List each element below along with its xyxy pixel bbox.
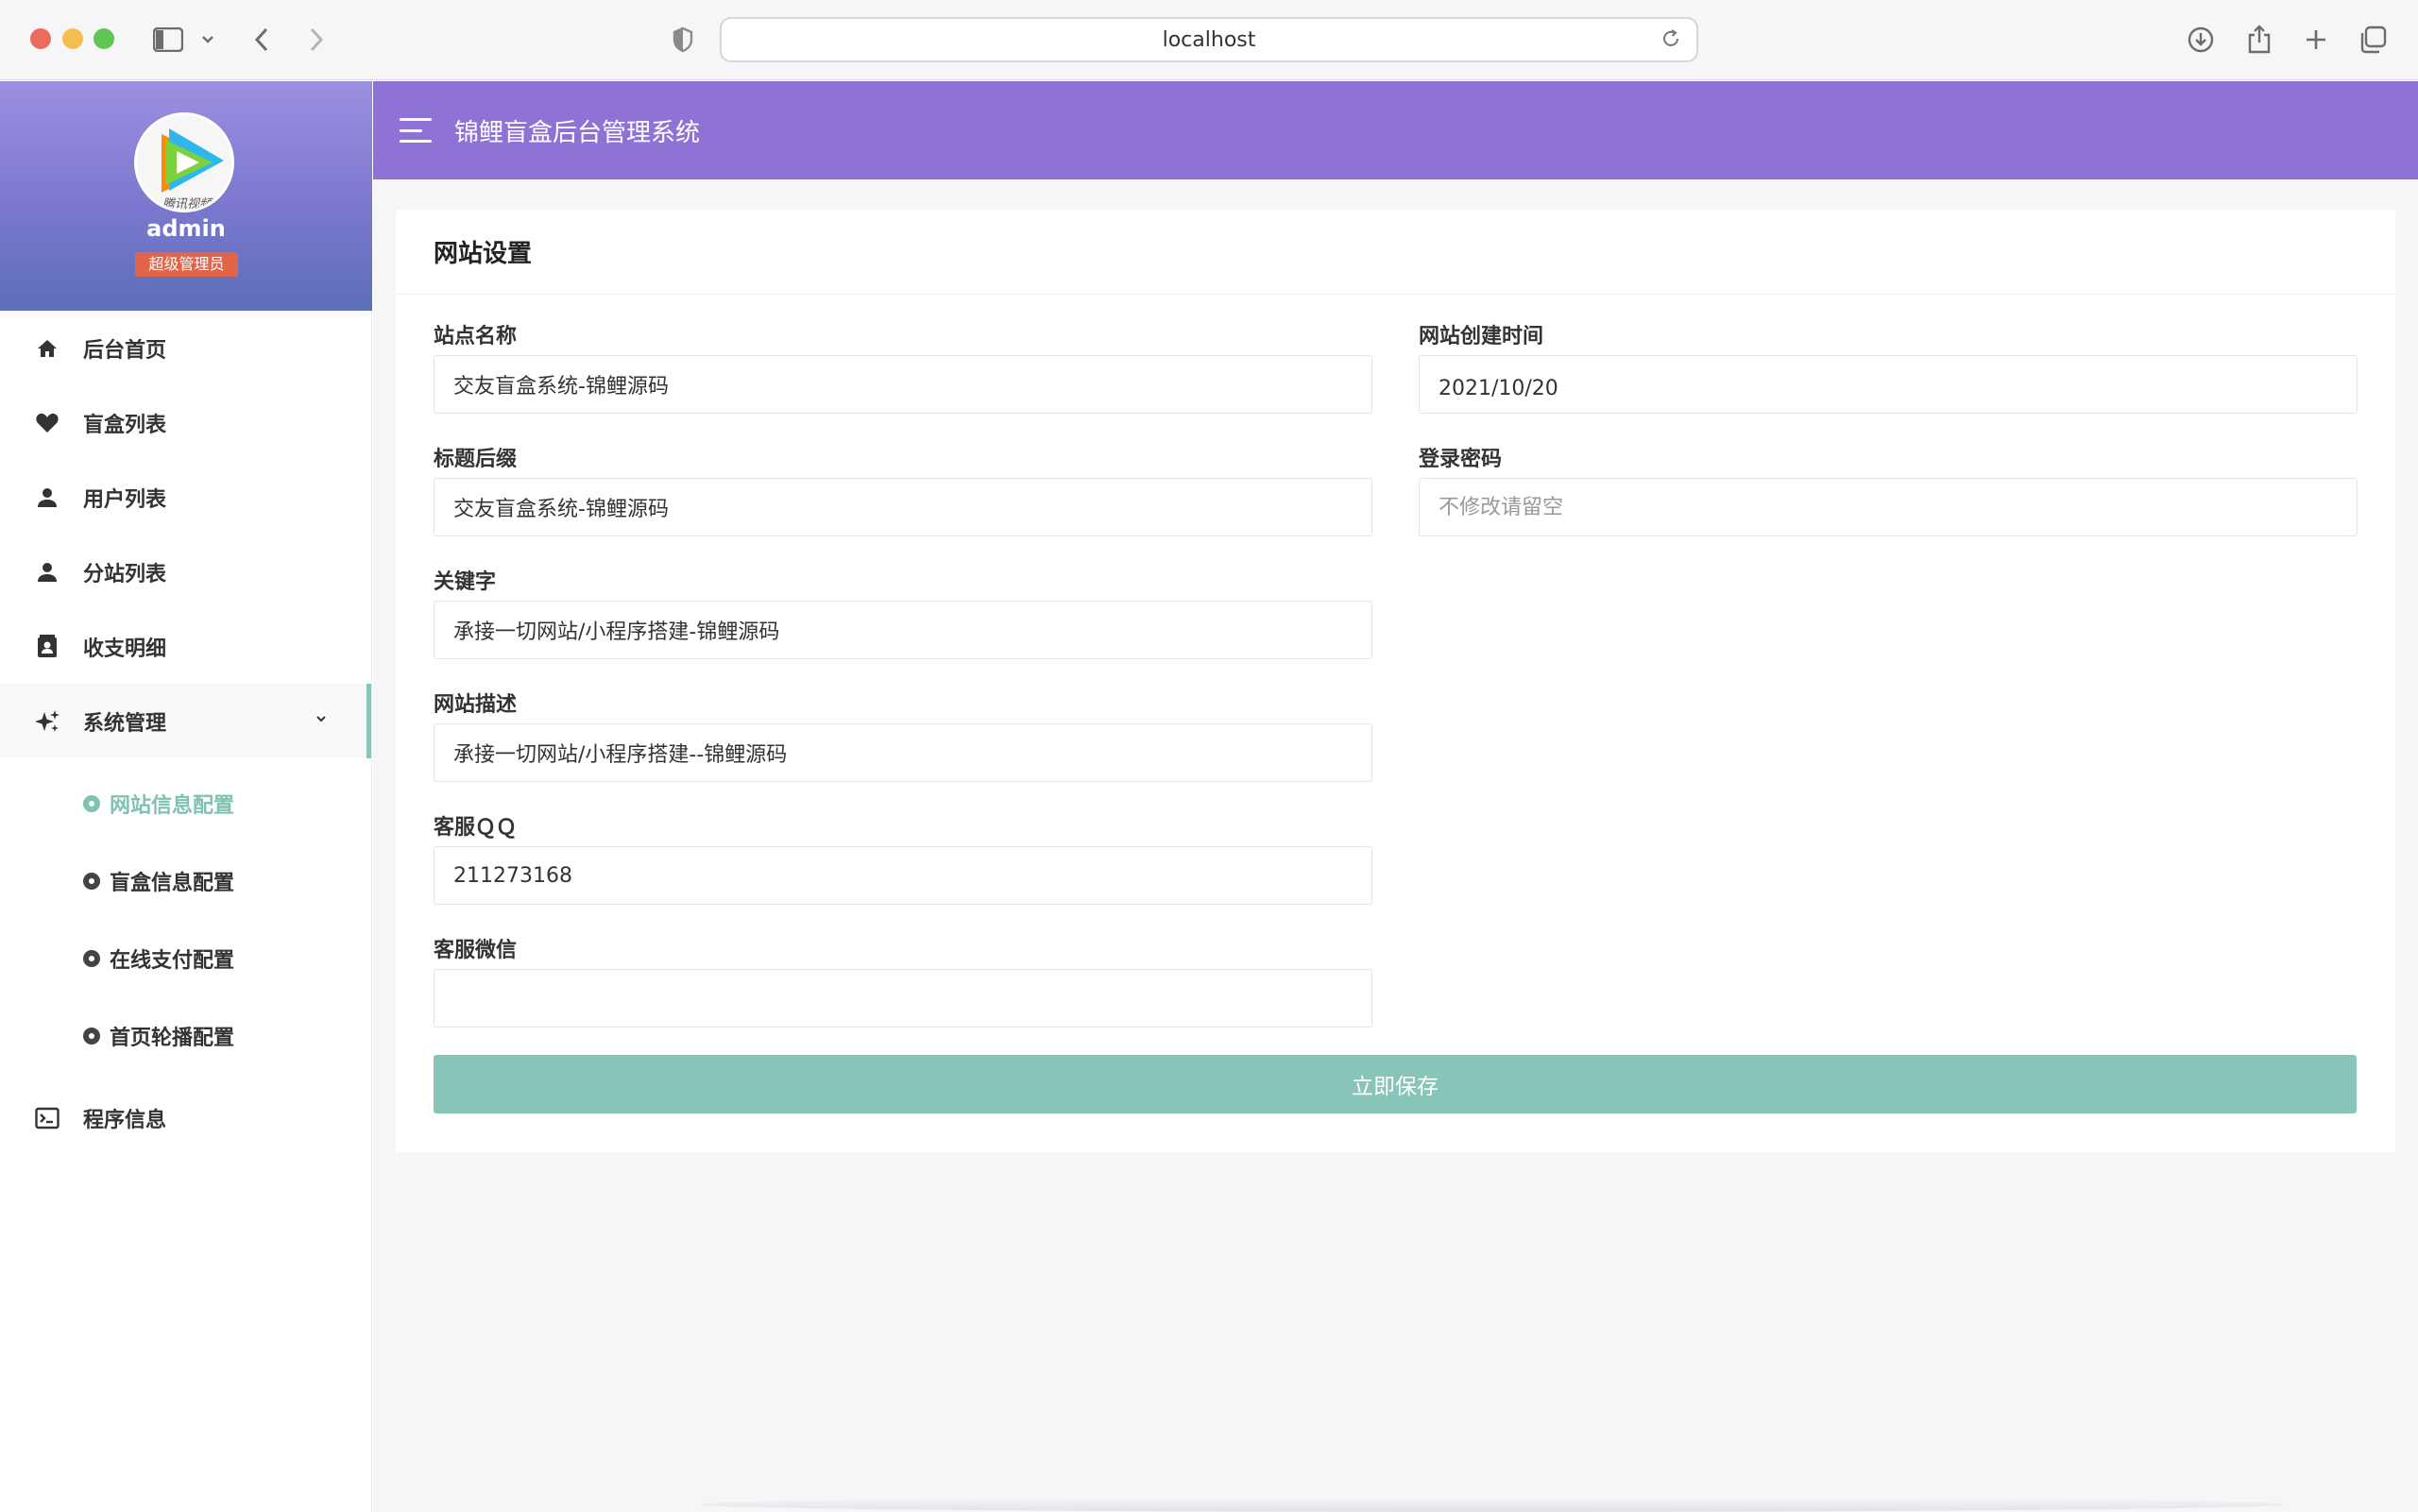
- sidebar-nav-bottom: 程序信息: [0, 1080, 371, 1155]
- description-input[interactable]: 承接一切网站/小程序搭建--锦鲤源码: [434, 723, 1372, 782]
- sidebar-item-label: 盲盒列表: [83, 413, 167, 437]
- title-suffix-input[interactable]: 交友盲盒系统-锦鲤源码: [434, 478, 1372, 536]
- qq-input[interactable]: 211273168: [434, 846, 1372, 905]
- save-button[interactable]: 立即保存: [434, 1055, 2357, 1113]
- app-title: 锦鲤盲盒后台管理系统: [454, 118, 701, 147]
- sidebar-item-users[interactable]: 用户列表: [0, 460, 371, 535]
- forward-icon[interactable]: [302, 21, 331, 59]
- wechat-field: 客服微信: [434, 933, 1372, 1028]
- username: admin: [146, 215, 226, 242]
- keywords-label: 关键字: [434, 570, 497, 594]
- description-label: 网站描述: [434, 693, 518, 717]
- compass-icon: [83, 950, 100, 967]
- maximize-window-button[interactable]: [94, 28, 114, 49]
- sidebar-item-label: 收支明细: [83, 637, 167, 661]
- tab-overview-icon[interactable]: [2354, 21, 2392, 59]
- share-icon[interactable]: [2240, 21, 2278, 59]
- sidebar-item-label: 系统管理: [83, 711, 167, 736]
- site-name-label: 站点名称: [434, 325, 518, 348]
- avatar[interactable]: 腾讯视频: [134, 112, 234, 212]
- wechat-input[interactable]: [434, 969, 1372, 1028]
- sidebar-toggle-icon[interactable]: [151, 21, 185, 59]
- download-icon[interactable]: [2182, 21, 2220, 59]
- menu-toggle-icon[interactable]: [400, 118, 432, 143]
- back-icon[interactable]: [247, 21, 276, 59]
- window-bottom-shadow: [699, 1497, 2286, 1512]
- sidebar-subitem-payment-config[interactable]: 在线支付配置: [0, 920, 371, 997]
- close-window-button[interactable]: [30, 28, 51, 49]
- sparkle-icon: [34, 708, 60, 735]
- sidebar-item-program-info[interactable]: 程序信息: [0, 1080, 371, 1155]
- password-input[interactable]: [1419, 478, 2358, 536]
- terminal-icon: [34, 1105, 60, 1131]
- sidebar-subitem-label: 网站信息配置: [110, 794, 235, 818]
- svg-text:腾讯视频: 腾讯视频: [162, 197, 213, 212]
- site-name-field: 站点名称 交友盲盒系统-锦鲤源码: [434, 319, 1372, 414]
- app-header: 锦鲤盲盒后台管理系统: [373, 81, 2418, 179]
- created-date-label: 网站创建时间: [1419, 325, 1544, 348]
- keywords-field: 关键字 承接一切网站/小程序搭建-锦鲤源码: [434, 565, 1372, 659]
- chevron-down-icon: [315, 708, 328, 728]
- contact-card-icon: [34, 634, 60, 660]
- sidebar-item-label: 程序信息: [83, 1108, 167, 1132]
- created-date-input[interactable]: 2021/10/20: [1419, 355, 2358, 414]
- sidebar: 腾讯视频 admin 超级管理员 后台首页 盲盒列表 用户列表 分站列表 收支明…: [0, 81, 372, 1512]
- sidebar-subitem-carousel-config[interactable]: 首页轮播配置: [0, 997, 371, 1075]
- sidebar-subitem-blindbox-config[interactable]: 盲盒信息配置: [0, 842, 371, 920]
- sidebar-item-label: 后台首页: [83, 338, 167, 363]
- sidebar-item-label: 分站列表: [83, 562, 167, 586]
- compass-icon: [83, 1028, 100, 1045]
- profile-panel: 腾讯视频 admin 超级管理员: [0, 81, 372, 311]
- sidebar-item-transactions[interactable]: 收支明细: [0, 609, 371, 684]
- user-icon: [34, 484, 60, 511]
- sidebar-nav: 后台首页 盲盒列表 用户列表 分站列表 收支明细 系统管理: [0, 311, 371, 758]
- title-suffix-label: 标题后缀: [434, 448, 518, 471]
- url-text: localhost: [1162, 27, 1256, 52]
- shield-icon[interactable]: [669, 21, 697, 59]
- qq-label: 客服ＱＱ: [434, 816, 518, 840]
- password-label: 登录密码: [1419, 448, 1503, 471]
- sidebar-item-blindbox-list[interactable]: 盲盒列表: [0, 385, 371, 460]
- card-title: 网站设置: [396, 210, 2395, 295]
- minimize-window-button[interactable]: [62, 28, 83, 49]
- sidebar-item-substations[interactable]: 分站列表: [0, 535, 371, 609]
- sidebar-subitem-site-config[interactable]: 网站信息配置: [0, 765, 371, 842]
- system-submenu: 网站信息配置 盲盒信息配置 在线支付配置 首页轮播配置: [0, 758, 371, 1075]
- chevron-down-icon[interactable]: [195, 21, 221, 59]
- sidebar-item-dashboard[interactable]: 后台首页: [0, 311, 371, 385]
- keywords-input[interactable]: 承接一切网站/小程序搭建-锦鲤源码: [434, 601, 1372, 659]
- compass-icon: [83, 873, 100, 890]
- new-tab-icon[interactable]: [2297, 21, 2335, 59]
- sidebar-subitem-label: 在线支付配置: [110, 949, 235, 973]
- address-bar[interactable]: localhost: [720, 17, 1698, 62]
- created-date-field: 网站创建时间 2021/10/20: [1419, 319, 2358, 414]
- compass-icon: [83, 795, 100, 812]
- qq-field: 客服ＱＱ 211273168: [434, 810, 1372, 905]
- sidebar-item-system-management[interactable]: 系统管理: [0, 684, 371, 758]
- password-field: 登录密码: [1419, 442, 2358, 536]
- user-icon: [34, 559, 60, 586]
- wechat-label: 客服微信: [434, 939, 518, 962]
- reload-icon[interactable]: [1660, 28, 1681, 55]
- sidebar-subitem-label: 首页轮播配置: [110, 1027, 235, 1050]
- heart-icon: [34, 410, 60, 436]
- sidebar-item-label: 用户列表: [83, 487, 167, 512]
- home-icon: [34, 335, 60, 362]
- browser-toolbar: localhost: [0, 0, 2418, 80]
- settings-card: 网站设置 站点名称 交友盲盒系统-锦鲤源码 标题后缀 交友盲盒系统-锦鲤源码 关…: [396, 210, 2395, 1152]
- sidebar-subitem-label: 盲盒信息配置: [110, 872, 235, 895]
- description-field: 网站描述 承接一切网站/小程序搭建--锦鲤源码: [434, 688, 1372, 782]
- site-name-input[interactable]: 交友盲盒系统-锦鲤源码: [434, 355, 1372, 414]
- title-suffix-field: 标题后缀 交友盲盒系统-锦鲤源码: [434, 442, 1372, 536]
- role-badge: 超级管理员: [135, 252, 238, 277]
